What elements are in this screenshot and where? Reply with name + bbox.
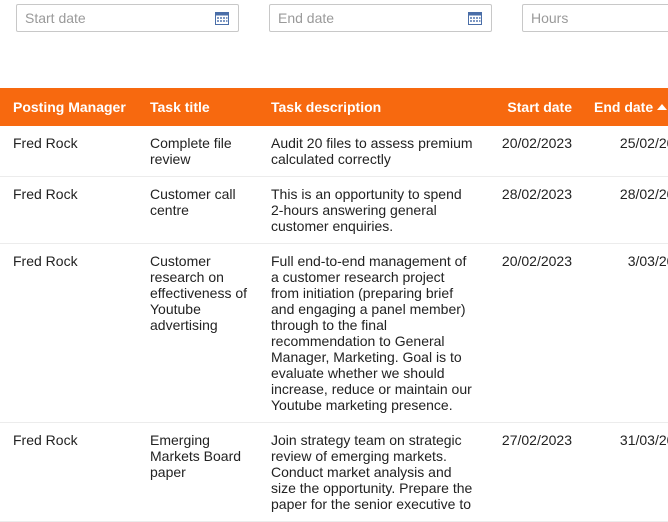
start-date-filter[interactable] (16, 4, 239, 32)
tasks-table: Posting Manager Task title Task descript… (0, 88, 668, 522)
cell-description: This is an opportunity to spend 2-hours … (258, 176, 473, 244)
table-header-row: Posting Manager Task title Task descript… (0, 88, 668, 126)
header-label: Start date (507, 99, 572, 115)
cell-end-date: 28/02/2023 (582, 176, 668, 244)
start-date-input[interactable] (17, 5, 238, 31)
table-row[interactable]: Fred Rock Customer call centre This is a… (0, 176, 668, 244)
table-row[interactable]: Fred Rock Customer research on effective… (0, 243, 668, 423)
cell-end-date: 31/03/2023 (582, 422, 668, 522)
cell-end-date: 25/02/2023 (582, 126, 668, 177)
hours-filter[interactable] (522, 4, 668, 32)
filter-bar (0, 0, 668, 88)
cell-start-date: 28/02/2023 (473, 176, 582, 244)
cell-manager: Fred Rock (0, 126, 137, 177)
end-date-filter[interactable] (269, 4, 492, 32)
table-row[interactable]: Fred Rock Complete file review Audit 20 … (0, 126, 668, 177)
cell-description: Full end-to-end management of a customer… (258, 243, 473, 423)
cell-start-date: 20/02/2023 (473, 243, 582, 423)
cell-end-date: 3/03/2023 (582, 243, 668, 423)
sort-ascending-icon (657, 104, 668, 110)
header-task-title[interactable]: Task title (137, 88, 258, 126)
header-posting-manager[interactable]: Posting Manager (0, 88, 137, 126)
cell-description: Audit 20 files to assess premium calcula… (258, 126, 473, 177)
cell-title: Customer call centre (137, 176, 258, 244)
cell-manager: Fred Rock (0, 176, 137, 244)
cell-manager: Fred Rock (0, 422, 137, 522)
header-label: Task description (271, 99, 382, 115)
calendar-icon[interactable] (468, 12, 482, 25)
cell-start-date: 20/02/2023 (473, 126, 582, 177)
table-row[interactable]: Fred Rock Emerging Markets Board paper J… (0, 422, 668, 522)
header-label: Posting Manager (13, 99, 126, 115)
header-end-date[interactable]: End date (582, 88, 668, 126)
cell-title: Emerging Markets Board paper (137, 422, 258, 522)
header-task-description[interactable]: Task description (258, 88, 473, 126)
cell-description: Join strategy team on strategic review o… (258, 422, 473, 522)
hours-input[interactable] (523, 5, 668, 31)
cell-title: Complete file review (137, 126, 258, 177)
cell-manager: Fred Rock (0, 243, 137, 423)
header-start-date[interactable]: Start date (473, 88, 582, 126)
header-label: End date (594, 99, 654, 115)
cell-start-date: 27/02/2023 (473, 422, 582, 522)
cell-title: Customer research on effectiveness of Yo… (137, 243, 258, 423)
header-label: Task title (150, 99, 210, 115)
calendar-icon[interactable] (215, 12, 229, 25)
end-date-input[interactable] (270, 5, 491, 31)
